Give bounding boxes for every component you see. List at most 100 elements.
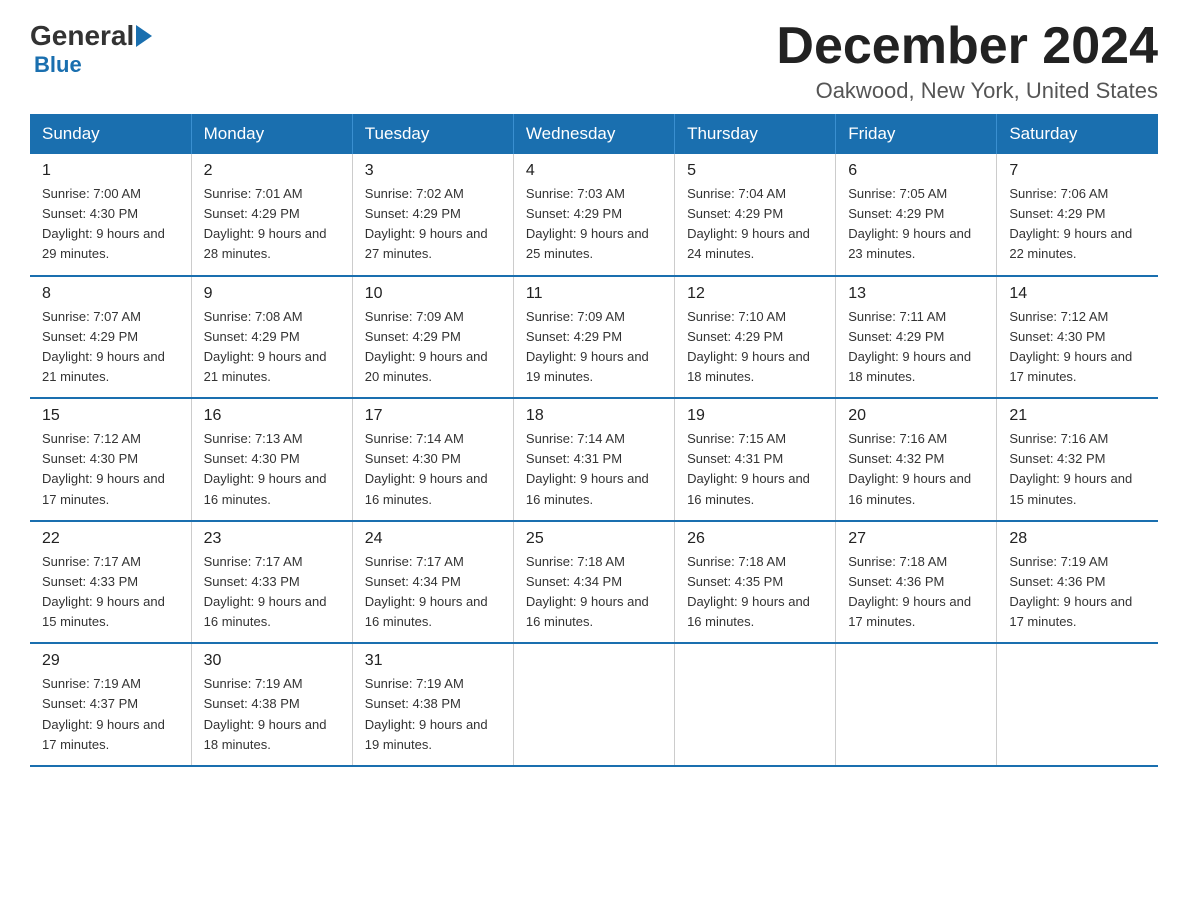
day-number: 11 [526,285,662,303]
calendar-day-cell: 16 Sunrise: 7:13 AMSunset: 4:30 PMDaylig… [191,398,352,521]
day-info: Sunrise: 7:01 AMSunset: 4:29 PMDaylight:… [204,184,340,265]
month-title: December 2024 [776,20,1158,72]
day-info: Sunrise: 7:09 AMSunset: 4:29 PMDaylight:… [365,307,501,388]
day-info: Sunrise: 7:16 AMSunset: 4:32 PMDaylight:… [1009,429,1146,510]
calendar-day-cell: 3 Sunrise: 7:02 AMSunset: 4:29 PMDayligh… [352,154,513,276]
calendar-table: SundayMondayTuesdayWednesdayThursdayFrid… [30,114,1158,767]
day-number: 6 [848,162,984,180]
day-info: Sunrise: 7:18 AMSunset: 4:36 PMDaylight:… [848,552,984,633]
calendar-day-cell: 22 Sunrise: 7:17 AMSunset: 4:33 PMDaylig… [30,521,191,644]
calendar-day-cell: 9 Sunrise: 7:08 AMSunset: 4:29 PMDayligh… [191,276,352,399]
day-number: 3 [365,162,501,180]
logo: General Blue [30,20,152,78]
day-info: Sunrise: 7:19 AMSunset: 4:38 PMDaylight:… [365,674,501,755]
day-number: 31 [365,652,501,670]
day-number: 8 [42,285,179,303]
day-number: 21 [1009,407,1146,425]
location-text: Oakwood, New York, United States [776,78,1158,104]
calendar-day-cell: 1 Sunrise: 7:00 AMSunset: 4:30 PMDayligh… [30,154,191,276]
day-info: Sunrise: 7:00 AMSunset: 4:30 PMDaylight:… [42,184,179,265]
calendar-day-cell: 28 Sunrise: 7:19 AMSunset: 4:36 PMDaylig… [997,521,1158,644]
day-number: 24 [365,530,501,548]
day-info: Sunrise: 7:18 AMSunset: 4:34 PMDaylight:… [526,552,662,633]
calendar-week-row: 29 Sunrise: 7:19 AMSunset: 4:37 PMDaylig… [30,643,1158,766]
day-info: Sunrise: 7:19 AMSunset: 4:36 PMDaylight:… [1009,552,1146,633]
day-number: 22 [42,530,179,548]
day-number: 9 [204,285,340,303]
calendar-day-cell: 26 Sunrise: 7:18 AMSunset: 4:35 PMDaylig… [675,521,836,644]
day-info: Sunrise: 7:04 AMSunset: 4:29 PMDaylight:… [687,184,823,265]
day-number: 19 [687,407,823,425]
logo-blue-text: Blue [34,52,82,78]
calendar-body: 1 Sunrise: 7:00 AMSunset: 4:30 PMDayligh… [30,154,1158,766]
calendar-day-cell: 4 Sunrise: 7:03 AMSunset: 4:29 PMDayligh… [513,154,674,276]
day-info: Sunrise: 7:08 AMSunset: 4:29 PMDaylight:… [204,307,340,388]
day-info: Sunrise: 7:18 AMSunset: 4:35 PMDaylight:… [687,552,823,633]
calendar-day-cell: 24 Sunrise: 7:17 AMSunset: 4:34 PMDaylig… [352,521,513,644]
calendar-day-cell: 2 Sunrise: 7:01 AMSunset: 4:29 PMDayligh… [191,154,352,276]
day-number: 17 [365,407,501,425]
day-info: Sunrise: 7:05 AMSunset: 4:29 PMDaylight:… [848,184,984,265]
calendar-day-cell: 25 Sunrise: 7:18 AMSunset: 4:34 PMDaylig… [513,521,674,644]
day-info: Sunrise: 7:11 AMSunset: 4:29 PMDaylight:… [848,307,984,388]
day-number: 30 [204,652,340,670]
calendar-day-cell [836,643,997,766]
calendar-week-row: 15 Sunrise: 7:12 AMSunset: 4:30 PMDaylig… [30,398,1158,521]
day-number: 28 [1009,530,1146,548]
calendar-day-cell: 11 Sunrise: 7:09 AMSunset: 4:29 PMDaylig… [513,276,674,399]
title-block: December 2024 Oakwood, New York, United … [776,20,1158,104]
day-number: 29 [42,652,179,670]
day-number: 12 [687,285,823,303]
calendar-day-cell: 21 Sunrise: 7:16 AMSunset: 4:32 PMDaylig… [997,398,1158,521]
calendar-day-cell: 29 Sunrise: 7:19 AMSunset: 4:37 PMDaylig… [30,643,191,766]
day-number: 18 [526,407,662,425]
logo-arrow-icon [136,25,152,47]
day-info: Sunrise: 7:16 AMSunset: 4:32 PMDaylight:… [848,429,984,510]
calendar-day-cell: 19 Sunrise: 7:15 AMSunset: 4:31 PMDaylig… [675,398,836,521]
calendar-day-cell: 18 Sunrise: 7:14 AMSunset: 4:31 PMDaylig… [513,398,674,521]
day-info: Sunrise: 7:17 AMSunset: 4:33 PMDaylight:… [42,552,179,633]
calendar-day-header: Monday [191,114,352,154]
calendar-day-cell: 14 Sunrise: 7:12 AMSunset: 4:30 PMDaylig… [997,276,1158,399]
day-number: 23 [204,530,340,548]
calendar-day-cell: 23 Sunrise: 7:17 AMSunset: 4:33 PMDaylig… [191,521,352,644]
day-number: 13 [848,285,984,303]
day-info: Sunrise: 7:07 AMSunset: 4:29 PMDaylight:… [42,307,179,388]
day-info: Sunrise: 7:17 AMSunset: 4:33 PMDaylight:… [204,552,340,633]
day-info: Sunrise: 7:02 AMSunset: 4:29 PMDaylight:… [365,184,501,265]
page-header: General Blue December 2024 Oakwood, New … [30,20,1158,104]
calendar-day-header: Friday [836,114,997,154]
calendar-day-header: Thursday [675,114,836,154]
day-number: 14 [1009,285,1146,303]
calendar-day-cell: 30 Sunrise: 7:19 AMSunset: 4:38 PMDaylig… [191,643,352,766]
calendar-week-row: 1 Sunrise: 7:00 AMSunset: 4:30 PMDayligh… [30,154,1158,276]
day-info: Sunrise: 7:10 AMSunset: 4:29 PMDaylight:… [687,307,823,388]
day-number: 5 [687,162,823,180]
calendar-day-header: Tuesday [352,114,513,154]
day-info: Sunrise: 7:09 AMSunset: 4:29 PMDaylight:… [526,307,662,388]
calendar-day-cell: 31 Sunrise: 7:19 AMSunset: 4:38 PMDaylig… [352,643,513,766]
day-number: 25 [526,530,662,548]
day-info: Sunrise: 7:12 AMSunset: 4:30 PMDaylight:… [42,429,179,510]
calendar-day-cell [997,643,1158,766]
calendar-day-cell: 17 Sunrise: 7:14 AMSunset: 4:30 PMDaylig… [352,398,513,521]
day-info: Sunrise: 7:17 AMSunset: 4:34 PMDaylight:… [365,552,501,633]
calendar-day-cell [513,643,674,766]
calendar-day-cell: 8 Sunrise: 7:07 AMSunset: 4:29 PMDayligh… [30,276,191,399]
calendar-day-cell: 7 Sunrise: 7:06 AMSunset: 4:29 PMDayligh… [997,154,1158,276]
calendar-week-row: 22 Sunrise: 7:17 AMSunset: 4:33 PMDaylig… [30,521,1158,644]
day-info: Sunrise: 7:15 AMSunset: 4:31 PMDaylight:… [687,429,823,510]
calendar-day-cell: 10 Sunrise: 7:09 AMSunset: 4:29 PMDaylig… [352,276,513,399]
calendar-day-header: Wednesday [513,114,674,154]
calendar-header-row: SundayMondayTuesdayWednesdayThursdayFrid… [30,114,1158,154]
calendar-day-header: Sunday [30,114,191,154]
calendar-day-cell: 13 Sunrise: 7:11 AMSunset: 4:29 PMDaylig… [836,276,997,399]
logo-general-text: General [30,20,134,52]
day-number: 4 [526,162,662,180]
day-info: Sunrise: 7:06 AMSunset: 4:29 PMDaylight:… [1009,184,1146,265]
calendar-day-header: Saturday [997,114,1158,154]
calendar-day-cell: 12 Sunrise: 7:10 AMSunset: 4:29 PMDaylig… [675,276,836,399]
calendar-day-cell: 5 Sunrise: 7:04 AMSunset: 4:29 PMDayligh… [675,154,836,276]
day-info: Sunrise: 7:13 AMSunset: 4:30 PMDaylight:… [204,429,340,510]
day-number: 16 [204,407,340,425]
